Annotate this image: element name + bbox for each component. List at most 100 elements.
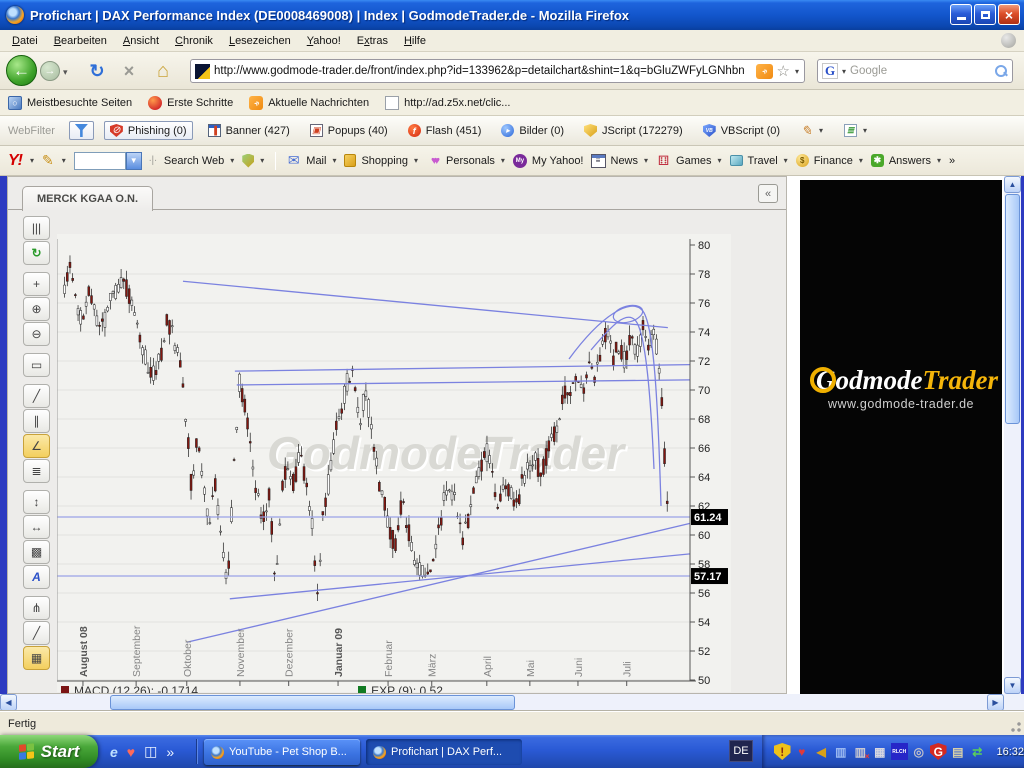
menu-ansicht[interactable]: Ansicht (115, 32, 167, 50)
reload-button[interactable]: ↻ (84, 58, 110, 84)
yahoo-pencil-icon[interactable]: ✎ (42, 152, 54, 169)
bookmark-item[interactable]: ○Meistbesuchte Seiten (8, 96, 132, 110)
webfilter-flash-button[interactable]: fFlash (451) (403, 122, 487, 139)
horizontal-scrollbar[interactable]: ◀ ▶ (0, 694, 1004, 711)
dropdown-caret-icon[interactable]: ▾ (230, 156, 234, 165)
window-app-icon[interactable]: ◫ (144, 743, 157, 760)
angle-tool-tool-icon[interactable]: ∠ (23, 434, 50, 458)
modem-icon[interactable]: ▤ (950, 743, 967, 760)
restore-button[interactable] (974, 4, 996, 25)
scroll-right-icon[interactable]: ▶ (987, 694, 1004, 711)
rectangle-tool-tool-icon[interactable]: ▩ (23, 540, 50, 564)
dropdown-caret-icon[interactable]: ▾ (260, 156, 264, 165)
crosshair-tool-icon[interactable]: + (23, 272, 50, 296)
vertical-scrollbar[interactable]: ▲ ▼ (1004, 176, 1021, 694)
dropdown-caret-icon[interactable]: ▾ (863, 126, 867, 135)
dropdown-caret-icon[interactable]: ▾ (718, 156, 722, 165)
resize-grip[interactable] (1010, 721, 1022, 733)
menu-lesezeichen[interactable]: Lesezeichen (221, 32, 299, 50)
url-bar[interactable]: http://www.godmode-trader.de/front/index… (190, 59, 805, 83)
antivirus-heart-icon[interactable]: ♥ (794, 743, 811, 760)
vertical-scroll-thumb[interactable] (1005, 194, 1020, 424)
taskbar-window-1[interactable]: YouTube - Pet Shop B... (204, 739, 360, 765)
webfilter-checklist-button[interactable]: ≣▾ (839, 122, 873, 139)
trendline-tool-icon[interactable]: ╱ (23, 384, 50, 408)
dropdown-caret-icon[interactable]: ▾ (784, 156, 788, 165)
scroll-left-icon[interactable]: ◀ (0, 694, 17, 711)
bookmark-item[interactable]: Erste Schritte (148, 96, 233, 110)
yahoo-myyahoo-button[interactable]: MyMy Yahoo! (513, 154, 584, 168)
bookmark-star-icon[interactable]: ☆ (777, 62, 790, 80)
pitchfork-tool-icon[interactable]: ⋔ (23, 596, 50, 620)
menu-hilfe[interactable]: Hilfe (396, 32, 434, 50)
bookmark-item[interactable]: »Aktuelle Nachrichten (249, 96, 369, 110)
yahoo-games-button[interactable]: ⚅Games▾ (656, 154, 722, 168)
bookmark-item[interactable]: http://ad.z5x.net/clic... (385, 96, 510, 110)
yahoo-news-button[interactable]: ≡News▾ (591, 154, 650, 168)
menu-bearbeiten[interactable]: Bearbeiten (46, 32, 115, 50)
resize-handle-icon[interactable]: ∙|∙ (149, 155, 157, 166)
overflow-chevron-icon[interactable]: » (166, 744, 174, 760)
indicator-list-tool-icon[interactable]: ≣ (23, 459, 50, 483)
home-button[interactable]: ⌂ (150, 58, 176, 84)
stop-button[interactable]: × (116, 58, 142, 84)
tab-instrument[interactable]: MERCK KGAA O.N. (22, 186, 153, 211)
webfilter-phishing-button[interactable]: ⊘Phishing (0) (104, 121, 193, 140)
dropdown-caret-icon[interactable]: ▾ (937, 156, 941, 165)
dropdown-caret-icon[interactable]: ▾ (644, 156, 648, 165)
dropdown-caret-icon[interactable]: ▾ (859, 156, 863, 165)
start-button[interactable]: Start (0, 735, 98, 768)
zoom-in-tool-icon[interactable]: ⊕ (23, 297, 50, 321)
yahoo-answers-button[interactable]: ✱Answers▾ (871, 154, 942, 167)
minimize-button[interactable] (950, 4, 972, 25)
chart-canvas[interactable]: GodmodeTraderGodmodeTrader80787674727068… (57, 234, 731, 692)
columns-view-tool-icon[interactable]: ||| (23, 216, 50, 240)
webfilter-vbscript-button[interactable]: VBVBScript (0) (698, 122, 785, 139)
yahoo-menu-dropdown-icon[interactable]: ▾ (30, 156, 34, 165)
audio-device-icon[interactable]: ◎ (911, 743, 928, 760)
security-center-icon[interactable]: ! (774, 743, 791, 760)
yahoo-mail-button[interactable]: ✉Mail▾ (286, 154, 337, 168)
offline-monitor-icon[interactable]: ▥× (852, 743, 869, 760)
back-button[interactable]: ← (6, 55, 37, 86)
menu-chronik[interactable]: Chronik (167, 32, 221, 50)
rss-icon[interactable]: » (756, 64, 773, 79)
horizontal-scroll-thumb[interactable] (110, 695, 515, 710)
ray-line-tool-icon[interactable]: ╱ (23, 621, 50, 645)
webfilter-jscript-button[interactable]: JScript (172279) (579, 122, 688, 139)
taskbar-window-2[interactable]: Profichart | DAX Perf... (366, 739, 522, 765)
export-chart-tool-icon[interactable]: ▭ (23, 353, 50, 377)
scroll-up-icon[interactable]: ▲ (1004, 176, 1021, 193)
webfilter-funnel-button[interactable] (69, 121, 94, 140)
yahoo-search-input[interactable]: ▼ (74, 152, 142, 170)
keyboard-icon[interactable]: ▦ (872, 743, 889, 760)
yahoo-finance-button[interactable]: $Finance▾ (796, 154, 864, 167)
gdata-shield-icon[interactable]: G (930, 743, 947, 760)
heart-app-icon[interactable]: ♥ (127, 744, 135, 760)
yahoo-shield-button[interactable]: ▾ (242, 154, 265, 168)
dropdown-caret-icon[interactable]: ▾ (332, 156, 336, 165)
url-text[interactable]: http://www.godmode-trader.de/front/index… (214, 65, 752, 77)
vertical-line-tool-icon[interactable]: ↕ (23, 490, 50, 514)
yahoo-shopping-button[interactable]: Shopping▾ (344, 154, 419, 167)
yahoo-logo[interactable]: Y! (8, 152, 22, 170)
scroll-down-icon[interactable]: ▼ (1004, 677, 1021, 694)
titlebar[interactable]: Profichart | DAX Performance Index (DE00… (0, 0, 1024, 30)
yahoo-pencil-dropdown-icon[interactable]: ▾ (62, 156, 66, 165)
menu-datei[interactable]: Datei (4, 32, 46, 50)
search-engine-dropdown-icon[interactable]: ▾ (842, 67, 846, 76)
internet-explorer-icon[interactable]: e (110, 744, 118, 760)
menu-yahoo[interactable]: Yahoo! (299, 32, 349, 50)
sync-arrows-icon[interactable]: ⇄ (969, 743, 986, 760)
webfilter-banner-button[interactable]: ▐Banner (427) (203, 122, 295, 139)
parallel-channel-tool-icon[interactable]: ∥ (23, 409, 50, 433)
url-dropdown-icon[interactable]: ▾ (795, 67, 799, 76)
dropdown-caret-icon[interactable]: ▾ (819, 126, 823, 135)
search-box[interactable]: G ▾ Google (817, 59, 1013, 83)
menu-extras[interactable]: Extras (349, 32, 396, 50)
rlch-icon[interactable]: RLCH (891, 743, 908, 760)
combo-dropdown-icon[interactable]: ▼ (126, 152, 142, 170)
ad-panel[interactable]: GodmodeTrader www.godmode-trader.de (800, 180, 1002, 694)
network-signal-icon[interactable]: ▥ (833, 743, 850, 760)
text-tool-tool-icon[interactable]: A (23, 565, 50, 589)
